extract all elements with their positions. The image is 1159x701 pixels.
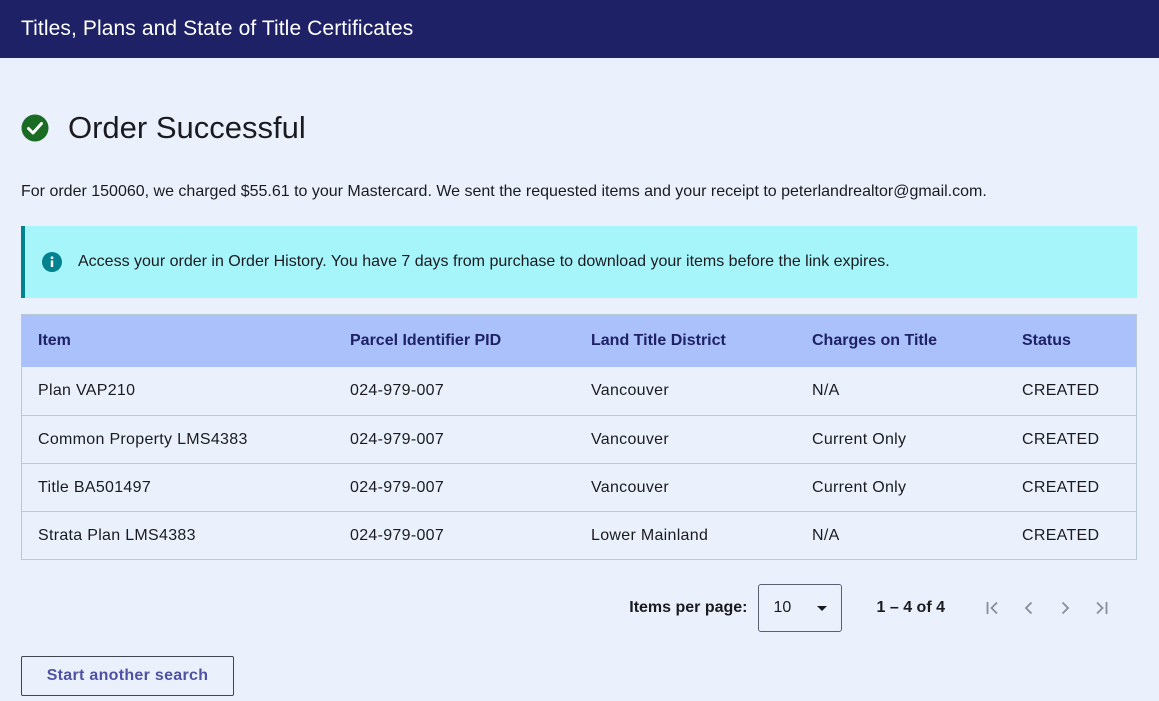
- column-header-pid: Parcel Identifier PID: [350, 332, 502, 349]
- dropdown-arrow-icon: [816, 599, 827, 617]
- cell-district: Vancouver: [591, 430, 670, 448]
- chevron-right-icon: [1061, 601, 1070, 615]
- order-heading-row: Order Successful: [21, 109, 1137, 147]
- main-content: Order Successful For order 150060, we ch…: [0, 109, 1159, 696]
- cell-pid: 024-979-007: [350, 526, 445, 544]
- items-per-page-select[interactable]: 10: [757, 584, 842, 632]
- cell-status: CREATED: [1022, 430, 1100, 448]
- app-header: Titles, Plans and State of Title Certifi…: [0, 0, 1159, 58]
- table-row: Common Property LMS4383 024-979-007 Vanc…: [22, 415, 1136, 463]
- cell-item: Strata Plan LMS4383: [38, 526, 196, 544]
- cell-district: Vancouver: [591, 382, 670, 399]
- column-header-charges: Charges on Title: [812, 332, 938, 349]
- pagination-range: 1 – 4 of 4: [876, 599, 945, 616]
- cell-status: CREATED: [1022, 526, 1100, 544]
- column-header-district: Land Title District: [591, 332, 726, 349]
- column-header-status: Status: [1022, 332, 1071, 349]
- cell-status: CREATED: [1022, 382, 1100, 399]
- next-page-button[interactable]: [1047, 590, 1083, 626]
- table-body: Plan VAP210 024-979-007 Vancouver N/A CR…: [22, 367, 1136, 559]
- cell-item: Common Property LMS4383: [38, 430, 248, 448]
- chevron-left-icon: [1024, 601, 1033, 615]
- last-page-button[interactable]: [1083, 590, 1119, 626]
- cell-item: Plan VAP210: [38, 382, 136, 399]
- items-per-page-value: 10: [773, 599, 792, 616]
- page-title: Order Successful: [68, 110, 306, 145]
- cell-charges: N/A: [812, 526, 840, 544]
- cell-pid: 024-979-007: [350, 430, 445, 448]
- items-per-page-label: Items per page:: [629, 599, 748, 616]
- paginator: Items per page: 10 1 – 4 of 4: [21, 584, 1137, 632]
- cell-pid: 024-979-007: [350, 382, 445, 399]
- cell-status: CREATED: [1022, 478, 1100, 496]
- order-summary: For order 150060, we charged $55.61 to y…: [21, 183, 987, 200]
- first-page-icon: [986, 601, 998, 615]
- column-header-item: Item: [38, 332, 71, 349]
- info-banner: Access your order in Order History. You …: [21, 226, 1137, 298]
- cell-item: Title BA501497: [38, 478, 152, 496]
- previous-page-button[interactable]: [1011, 590, 1047, 626]
- cell-charges: N/A: [812, 382, 840, 399]
- table-row: Strata Plan LMS4383 024-979-007 Lower Ma…: [22, 511, 1136, 559]
- check-circle-icon: [21, 114, 49, 142]
- table-row: Title BA501497 024-979-007 Vancouver Cur…: [22, 463, 1136, 511]
- cell-pid: 024-979-007: [350, 478, 445, 496]
- app-title: Titles, Plans and State of Title Certifi…: [21, 17, 414, 40]
- order-items-table: Item Parcel Identifier PID Land Title Di…: [21, 314, 1137, 560]
- cell-district: Lower Mainland: [591, 526, 709, 544]
- cell-district: Vancouver: [591, 478, 670, 496]
- table-row: Plan VAP210 024-979-007 Vancouver N/A CR…: [22, 367, 1136, 415]
- first-page-button[interactable]: [975, 590, 1011, 626]
- table-header-row: Item Parcel Identifier PID Land Title Di…: [22, 315, 1136, 367]
- cell-charges: Current Only: [812, 478, 907, 496]
- info-banner-text: Access your order in Order History. You …: [78, 253, 890, 270]
- start-another-search-button[interactable]: Start another search: [21, 656, 234, 696]
- last-page-icon: [1096, 601, 1108, 615]
- cell-charges: Current Only: [812, 430, 907, 448]
- info-icon: [42, 252, 62, 272]
